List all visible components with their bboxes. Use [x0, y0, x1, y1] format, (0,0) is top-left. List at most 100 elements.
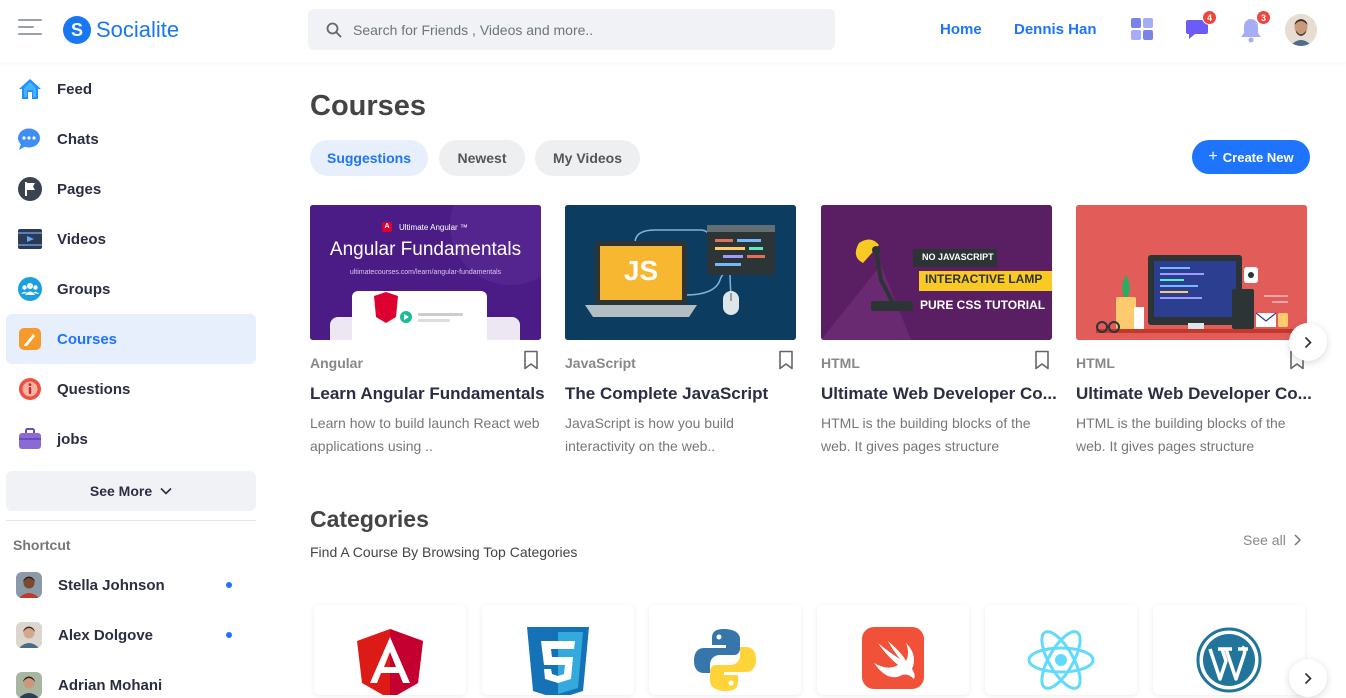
python-icon: [694, 629, 756, 691]
apps-grid-icon[interactable]: [1130, 17, 1156, 43]
js-badge: JS: [623, 255, 659, 286]
course-title[interactable]: Learn Angular Fundamentals: [310, 384, 550, 404]
wordpress-icon: [1196, 627, 1262, 693]
category-card-angular[interactable]: [314, 605, 466, 695]
tab-suggestions[interactable]: Suggestions: [310, 140, 428, 176]
courses-next-button[interactable]: [1289, 323, 1327, 361]
create-new-button[interactable]: + Create New: [1192, 140, 1310, 174]
contact-name: Stella Johnson: [58, 576, 165, 594]
angular-logo-letter: A: [384, 223, 390, 230]
categories-next-button[interactable]: [1289, 659, 1327, 697]
sidebar-item-label: Videos: [57, 230, 106, 248]
thumb-line2: INTERACTIVE LAMP: [925, 272, 1043, 286]
nav-home-link[interactable]: Home: [940, 21, 982, 38]
course-card[interactable]: NO JAVASCRIPT INTERACTIVE LAMP PURE CSS …: [821, 205, 1057, 454]
contact-stella-johnson[interactable]: Stella Johnson: [16, 572, 246, 598]
course-title[interactable]: Ultimate Web Developer Co...: [1076, 384, 1316, 404]
search-icon: [326, 22, 342, 37]
bookmark-icon[interactable]: [778, 350, 794, 370]
sidebar-item-feed[interactable]: Feed: [6, 64, 256, 114]
top-header: S Socialite Home Dennis Han 4 3: [0, 0, 1346, 62]
chevron-right-icon: [1304, 672, 1312, 684]
briefcase-icon: [17, 426, 43, 452]
course-description: Learn how to build launch React web appl…: [310, 415, 540, 454]
tab-newest[interactable]: Newest: [439, 140, 525, 176]
course-thumbnail-lamp[interactable]: NO JAVASCRIPT INTERACTIVE LAMP PURE CSS …: [821, 205, 1052, 340]
course-description: JavaScript is how you build interactivit…: [565, 415, 734, 454]
course-description: HTML is the building blocks of the web. …: [821, 415, 1031, 454]
sidebar-item-jobs[interactable]: jobs: [6, 414, 256, 464]
course-thumbnail-javascript[interactable]: JS: [565, 205, 796, 340]
course-title[interactable]: The Complete JavaScript: [565, 384, 805, 404]
logo[interactable]: S Socialite: [63, 16, 179, 44]
shortcut-heading: Shortcut: [13, 537, 71, 553]
page-title: Courses: [310, 90, 427, 122]
sidebar-item-groups[interactable]: Groups: [6, 264, 256, 314]
category-card-react[interactable]: [985, 605, 1137, 695]
bookmark-icon[interactable]: [1034, 350, 1050, 370]
see-all-link[interactable]: See all: [1243, 532, 1301, 548]
category-card-swift[interactable]: [817, 605, 969, 695]
course-category: Angular: [310, 355, 363, 371]
contact-alex-dolgove[interactable]: Alex Dolgove: [16, 622, 246, 648]
sidebar-item-questions[interactable]: Questions: [6, 364, 256, 414]
messages-icon[interactable]: 4: [1185, 10, 1217, 43]
thumb-line1: NO JAVASCRIPT: [922, 252, 994, 262]
thumb-url: ultimatecourses.com/learn/angular-fundam…: [349, 269, 502, 276]
sidebar-divider: [6, 520, 256, 521]
course-thumbnail-angular[interactable]: A Ultimate Angular ™ Angular Fundamental…: [310, 205, 541, 340]
chevron-down-icon: [160, 487, 172, 495]
tab-my-videos[interactable]: My Videos: [535, 140, 640, 176]
category-card-python[interactable]: [649, 605, 801, 695]
question-icon: [17, 376, 43, 402]
user-avatar[interactable]: [1285, 14, 1317, 46]
avatar: [16, 672, 42, 698]
thumb-brand: Ultimate Angular ™: [399, 223, 468, 232]
sidebar-item-label: Questions: [57, 380, 131, 398]
sidebar-item-chats[interactable]: Chats: [6, 114, 256, 164]
course-card[interactable]: A Ultimate Angular ™ Angular Fundamental…: [310, 205, 545, 454]
notifications-icon[interactable]: 3: [1239, 10, 1271, 43]
see-more-button[interactable]: See More: [6, 471, 256, 511]
contact-name: Adrian Mohani: [58, 676, 163, 694]
css3-icon: [527, 627, 589, 695]
course-description: HTML is the building blocks of the web. …: [1076, 415, 1286, 454]
logo-text: Socialite: [96, 17, 180, 42]
course-card[interactable]: HTML Ultimate Web Developer Co... HTML i…: [1076, 205, 1312, 454]
notifications-badge: 3: [1256, 10, 1271, 25]
category-card-css[interactable]: [482, 605, 634, 695]
contact-adrian-mohani[interactable]: Adrian Mohani: [16, 672, 246, 698]
course-title[interactable]: Ultimate Web Developer Co...: [821, 384, 1061, 404]
flag-icon: [17, 176, 43, 202]
see-all-label: See all: [1243, 532, 1286, 548]
nav-profile-link[interactable]: Dennis Han: [1014, 21, 1097, 38]
main-content: Courses Suggestions Newest My Videos + C…: [272, 62, 1346, 697]
course-thumbnail-desk[interactable]: [1076, 205, 1307, 340]
create-new-label: Create New: [1222, 149, 1294, 165]
plus-icon: +: [1208, 148, 1218, 165]
sidebar-item-videos[interactable]: Videos: [6, 214, 256, 264]
online-indicator: [226, 582, 232, 588]
swift-icon: [862, 627, 924, 689]
groups-icon: [17, 276, 43, 302]
sidebar-item-pages[interactable]: Pages: [6, 164, 256, 214]
chevron-right-icon: [1304, 336, 1312, 348]
search-input[interactable]: [353, 21, 793, 38]
course-category: HTML: [821, 355, 860, 371]
chevron-right-icon: [1294, 534, 1301, 546]
avatar: [16, 622, 42, 648]
sidebar-item-label: Feed: [57, 80, 93, 98]
thumb-line3: PURE CSS TUTORIAL: [920, 298, 1046, 312]
home-icon: [17, 76, 43, 102]
sidebar-item-courses[interactable]: Courses: [6, 314, 256, 364]
menu-toggle-icon[interactable]: [18, 19, 42, 39]
online-indicator: [226, 632, 232, 638]
sidebar-item-label: Courses: [57, 330, 118, 348]
messages-badge: 4: [1202, 10, 1217, 25]
course-card[interactable]: JS JavaScript The Complete JavaScript Ja…: [565, 205, 796, 454]
sidebar-item-label: Chats: [57, 130, 99, 148]
categories-subtitle: Find A Course By Browsing Top Categories: [310, 544, 578, 560]
category-card-wordpress[interactable]: [1153, 605, 1305, 695]
search-bar[interactable]: [308, 9, 835, 50]
bookmark-icon[interactable]: [523, 350, 539, 370]
